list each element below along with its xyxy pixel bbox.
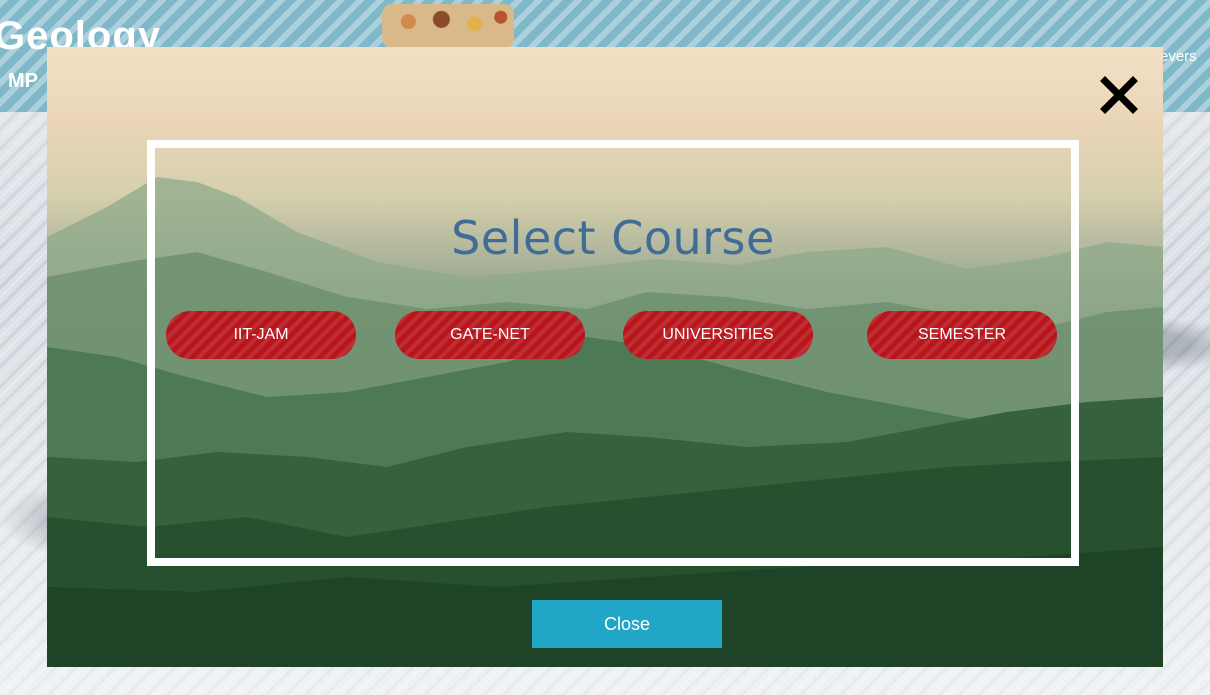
header-right-text: evers (1160, 48, 1197, 65)
close-x-icon[interactable] (1095, 71, 1143, 119)
course-button-semester[interactable]: SEMESTER (867, 311, 1057, 359)
close-button[interactable]: Close (532, 600, 722, 648)
header-image (382, 4, 514, 48)
course-button-universities[interactable]: UNIVERSITIES (623, 311, 813, 359)
course-modal: Select Course IIT-JAM GATE-NET UNIVERSIT… (47, 47, 1163, 667)
site-subtitle: MP (8, 70, 38, 92)
course-button-gate-net[interactable]: GATE-NET (395, 311, 585, 359)
course-frame: Select Course IIT-JAM GATE-NET UNIVERSIT… (147, 140, 1079, 566)
select-course-title: Select Course (451, 211, 775, 265)
course-button-iit-jam[interactable]: IIT-JAM (166, 311, 356, 359)
